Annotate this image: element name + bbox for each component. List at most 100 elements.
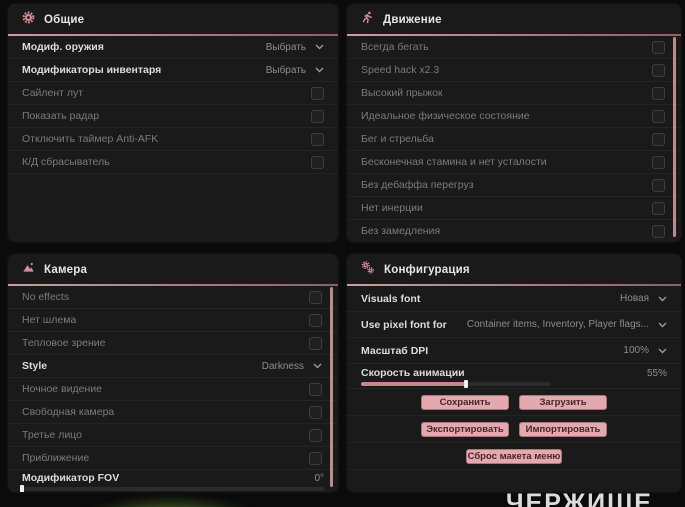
row-label: Speed hack x2.3 bbox=[361, 64, 440, 76]
weapon-mod-select[interactable]: Выбрать bbox=[266, 42, 324, 53]
chevron-down-icon bbox=[658, 322, 667, 327]
panel-config: Конфигурация Visuals font Новая Use pixe… bbox=[347, 254, 681, 492]
row-label: Высокий прыжок bbox=[361, 87, 443, 99]
row-animation-speed: Скорость анимации 55% bbox=[347, 364, 681, 389]
row-label: Style bbox=[22, 360, 48, 372]
panel-general-title: Общие bbox=[44, 14, 85, 26]
row-show-radar[interactable]: Показать радар bbox=[8, 105, 338, 128]
speed-hack-checkbox[interactable] bbox=[652, 63, 665, 77]
no-slowdown-checkbox[interactable] bbox=[652, 224, 665, 238]
no-inertia-checkbox[interactable] bbox=[652, 201, 665, 215]
panel-config-header: Конфигурация bbox=[347, 254, 681, 284]
row-no-inertia[interactable]: Нет инерции bbox=[347, 197, 681, 220]
row-no-helmet[interactable]: Нет шлема bbox=[8, 309, 338, 332]
anti-afk-checkbox[interactable] bbox=[311, 132, 324, 146]
inventory-mods-select[interactable]: Выбрать bbox=[266, 65, 324, 76]
row-style[interactable]: Style Darkness bbox=[8, 355, 338, 378]
run-and-shoot-checkbox[interactable] bbox=[652, 132, 665, 146]
row-weapon-mod[interactable]: Модиф. оружия Выбрать bbox=[8, 36, 338, 59]
row-infinite-stamina[interactable]: Бесконечная стамина и нет усталости bbox=[347, 151, 681, 174]
reset-menu-layout-button[interactable]: Сброс макета меню bbox=[466, 449, 562, 464]
panel-general: Общие Модиф. оружия Выбрать Модификаторы… bbox=[8, 4, 338, 242]
visuals-font-select[interactable]: Новая bbox=[620, 293, 667, 304]
cd-reset-checkbox[interactable] bbox=[311, 155, 324, 169]
row-label: Нет шлема bbox=[22, 314, 77, 326]
row-high-jump[interactable]: Высокий прыжок bbox=[347, 82, 681, 105]
row-label: Идеальное физическое состояние bbox=[361, 110, 530, 122]
select-value: Выбрать bbox=[265, 41, 306, 53]
pixel-font-select[interactable]: Container items, Inventory, Player flags… bbox=[467, 319, 667, 330]
high-jump-checkbox[interactable] bbox=[652, 86, 665, 100]
animation-speed-handle[interactable] bbox=[463, 380, 468, 388]
save-button[interactable]: Сохранить bbox=[421, 395, 509, 410]
fov-slider-handle[interactable] bbox=[20, 485, 24, 492]
panel-camera-header: Камера bbox=[8, 254, 338, 284]
row-no-effects[interactable]: No effects bbox=[8, 286, 338, 309]
row-dpi-scale[interactable]: Масштаб DPI 100% bbox=[347, 338, 681, 364]
style-select[interactable]: Darkness bbox=[262, 361, 322, 372]
zoom-checkbox[interactable] bbox=[309, 451, 322, 465]
infinite-stamina-checkbox[interactable] bbox=[652, 155, 665, 169]
row-label: Масштаб DPI bbox=[361, 344, 429, 357]
row-no-overload-debuff[interactable]: Без дебаффа перегруз bbox=[347, 174, 681, 197]
third-person-checkbox[interactable] bbox=[309, 428, 322, 442]
row-pixel-font[interactable]: Use pixel font for Container items, Inve… bbox=[347, 312, 681, 338]
row-label: Бесконечная стамина и нет усталости bbox=[361, 156, 547, 168]
row-always-run[interactable]: Всегда бегать bbox=[347, 36, 681, 59]
fov-value: 0° bbox=[314, 472, 324, 484]
select-value: Новая bbox=[620, 293, 649, 304]
no-overload-debuff-checkbox[interactable] bbox=[652, 178, 665, 192]
row-label: Visuals font bbox=[361, 292, 421, 305]
always-run-checkbox[interactable] bbox=[652, 40, 665, 54]
select-value: Container items, Inventory, Player flags… bbox=[466, 319, 649, 330]
camera-scrollbar[interactable] bbox=[330, 287, 333, 487]
show-radar-checkbox[interactable] bbox=[311, 109, 324, 123]
row-anti-afk[interactable]: Отключить таймер Anti-AFK bbox=[8, 128, 338, 151]
animation-speed-slider[interactable] bbox=[361, 380, 551, 388]
chevron-down-icon bbox=[313, 363, 322, 369]
silent-loot-checkbox[interactable] bbox=[311, 86, 324, 100]
night-vision-checkbox[interactable] bbox=[309, 382, 322, 396]
row-label: Use pixel font for bbox=[361, 318, 447, 331]
free-camera-checkbox[interactable] bbox=[309, 405, 322, 419]
no-helmet-checkbox[interactable] bbox=[309, 313, 322, 327]
fov-slider[interactable] bbox=[20, 485, 324, 492]
row-label: К/Д сбрасыватель bbox=[22, 156, 110, 168]
row-visuals-font[interactable]: Visuals font Новая bbox=[347, 286, 681, 312]
row-speed-hack[interactable]: Speed hack x2.3 bbox=[347, 59, 681, 82]
export-button[interactable]: Экспортировать bbox=[421, 422, 509, 437]
movement-scrollbar[interactable] bbox=[673, 37, 676, 237]
row-label: Ночное видение bbox=[22, 383, 102, 395]
panel-general-header: Общие bbox=[8, 4, 338, 34]
import-button[interactable]: Импортировать bbox=[519, 422, 607, 437]
row-no-slowdown[interactable]: Без замедления bbox=[347, 220, 681, 242]
no-effects-checkbox[interactable] bbox=[309, 290, 322, 304]
dpi-scale-select[interactable]: 100% bbox=[623, 345, 667, 356]
row-label: Модиф. оружия bbox=[22, 41, 104, 53]
row-third-person[interactable]: Третье лицо bbox=[8, 424, 338, 447]
row-zoom[interactable]: Приближение bbox=[8, 447, 338, 470]
row-label: Всегда бегать bbox=[361, 41, 429, 53]
row-thermal-vision[interactable]: Тепловое зрение bbox=[8, 332, 338, 355]
select-value: 100% bbox=[623, 345, 649, 356]
config-buttons-row-1: Сохранить Загрузить bbox=[347, 389, 681, 416]
row-free-camera[interactable]: Свободная камера bbox=[8, 401, 338, 424]
config-buttons-row-2: Экспортировать Импортировать bbox=[347, 416, 681, 443]
row-label: Свободная камера bbox=[22, 406, 115, 418]
row-label: Приближение bbox=[22, 452, 90, 464]
row-label: Без дебаффа перегруз bbox=[361, 179, 474, 191]
row-fov-modifier: Модификатор FOV 0° bbox=[8, 470, 338, 492]
chevron-down-icon bbox=[315, 67, 324, 73]
row-cd-reset[interactable]: К/Д сбрасыватель bbox=[8, 151, 338, 174]
row-night-vision[interactable]: Ночное видение bbox=[8, 378, 338, 401]
perfect-condition-checkbox[interactable] bbox=[652, 109, 665, 123]
row-label: Модификатор FOV bbox=[22, 472, 120, 484]
row-silent-loot[interactable]: Сайлент лут bbox=[8, 82, 338, 105]
load-button[interactable]: Загрузить bbox=[519, 395, 607, 410]
row-perfect-condition[interactable]: Идеальное физическое состояние bbox=[347, 105, 681, 128]
row-run-and-shoot[interactable]: Бег и стрельба bbox=[347, 128, 681, 151]
panel-movement-header: Движение bbox=[347, 4, 681, 34]
thermal-vision-checkbox[interactable] bbox=[309, 336, 322, 350]
select-value: Выбрать bbox=[265, 64, 306, 76]
row-inventory-mods[interactable]: Модификаторы инвентаря Выбрать bbox=[8, 59, 338, 82]
